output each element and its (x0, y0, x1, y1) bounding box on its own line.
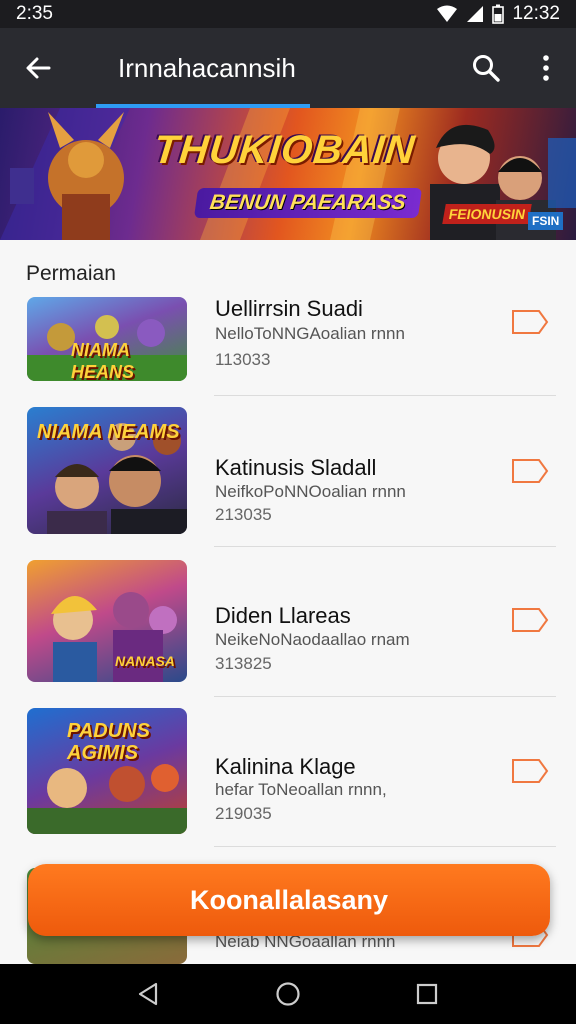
status-time-right: 12:32 (512, 3, 560, 24)
promo-banner[interactable]: THUKIOBAIN BENUN PAEARASS FEIONUSIN FSIN (0, 108, 576, 240)
game-name: Diden Llareas (215, 603, 351, 628)
divider (214, 546, 556, 547)
thumbnail-caption: NANASA (115, 653, 175, 669)
game-subtitle: NeikeNoNaodaallao rnam (215, 630, 410, 649)
status-time-left: 2:35 (16, 3, 53, 24)
game-name: Uellirrsin Suadi (215, 296, 363, 321)
banner-badge: FEIONUSIN (442, 204, 532, 224)
list-item[interactable]: PADUNS AGIMIS Kalinina Klage hefar ToNeo… (0, 708, 576, 858)
nav-home-button[interactable] (258, 964, 318, 1024)
thumbnail-caption: NIAMA NEAMS (37, 421, 180, 443)
thumbnail-caption: NIAMA HEANS (71, 340, 135, 381)
game-list-section: Permaian NIAMA HEANS Uellirrsin Suadi Ne… (0, 240, 576, 964)
game-thumbnail: NANASA (27, 560, 187, 682)
thumbnail-caption: PADUNS AGIMIS (67, 720, 150, 764)
list-item[interactable]: NANASA Diden Llareas NeikeNoNaodaallao r… (0, 560, 576, 710)
system-nav-bar (0, 964, 576, 1024)
nav-recents-icon (416, 983, 437, 1005)
search-button[interactable] (456, 28, 516, 108)
game-subtitle: NelloToNNGAoalian rnnn (215, 324, 405, 343)
game-thumbnail: NIAMA NEAMS (27, 407, 187, 534)
status-bar: 2:35 12:32 (0, 0, 576, 28)
game-subtitle: hefar ToNeoallan rnnn, (215, 780, 387, 799)
back-arrow-icon (26, 57, 51, 79)
nav-recents-button[interactable] (397, 964, 457, 1024)
tag-icon[interactable] (511, 458, 549, 484)
search-icon (473, 55, 500, 82)
game-count: 313825 (215, 654, 272, 673)
game-count: 213035 (215, 505, 272, 524)
game-count: 113033 (215, 350, 271, 369)
banner-badge-secondary: FSIN (528, 212, 564, 230)
game-subtitle: NeifkoPoNNOoalian rnnn (215, 482, 406, 501)
game-name: Kalinina Klage (215, 754, 356, 779)
nav-home-icon (276, 982, 300, 1006)
primary-action-button[interactable]: Koonallalasany (28, 864, 550, 936)
banner-title: THUKIOBAIN (151, 128, 418, 172)
banner-subtitle: BENUN PAEARASS (193, 188, 422, 218)
signal-icon (467, 6, 484, 22)
more-vert-icon (543, 55, 549, 81)
divider (214, 696, 556, 697)
tag-icon[interactable] (511, 607, 549, 633)
battery-icon (492, 4, 505, 24)
status-icons: 12:32 (436, 3, 560, 25)
game-thumbnail: NIAMA HEANS (27, 297, 187, 381)
game-name: Katinusis Sladall (215, 455, 377, 480)
tag-icon[interactable] (511, 309, 549, 335)
nav-back-icon (139, 982, 158, 1006)
list-item[interactable]: NIAMA NEAMS Katinusis Sladall NeifkoPoNN… (0, 406, 576, 556)
game-thumbnail: PADUNS AGIMIS (27, 708, 187, 834)
game-count: 219035 (215, 804, 272, 823)
primary-action-label: Koonallalasany (189, 884, 389, 915)
back-button[interactable] (0, 28, 76, 108)
section-title: Permaian (26, 262, 116, 285)
toolbar-tab[interactable]: Irnnahacannsih (96, 28, 310, 108)
divider (214, 395, 556, 396)
tag-icon[interactable] (511, 758, 549, 784)
app-toolbar: Irnnahacannsih (0, 28, 576, 108)
nav-back-button[interactable] (119, 964, 179, 1024)
wifi-icon (437, 5, 458, 22)
more-options-button[interactable] (516, 28, 576, 108)
divider (214, 846, 556, 847)
page-title: Irnnahacannsih (118, 52, 296, 83)
